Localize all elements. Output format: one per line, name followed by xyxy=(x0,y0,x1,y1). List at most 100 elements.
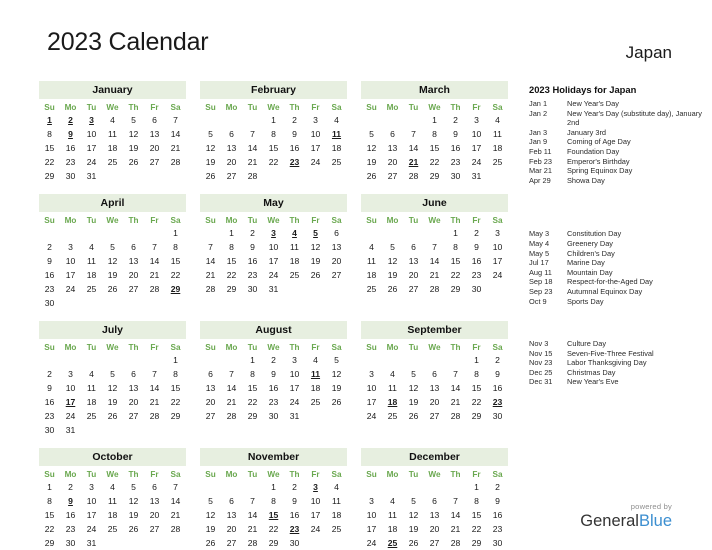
day-cell[interactable]: 15 xyxy=(445,254,466,268)
day-cell[interactable]: 22 xyxy=(466,395,487,409)
day-cell[interactable]: 6 xyxy=(123,240,144,254)
day-cell[interactable]: 13 xyxy=(424,508,445,522)
day-cell[interactable]: 14 xyxy=(221,381,242,395)
day-cell-holiday[interactable]: 23 xyxy=(284,155,305,169)
day-cell[interactable]: 12 xyxy=(123,494,144,508)
day-cell[interactable]: 22 xyxy=(424,155,445,169)
day-cell[interactable]: 12 xyxy=(305,240,326,254)
day-cell[interactable]: 12 xyxy=(102,381,123,395)
day-cell[interactable]: 16 xyxy=(39,395,60,409)
day-cell[interactable]: 23 xyxy=(487,522,508,536)
day-cell[interactable]: 5 xyxy=(102,240,123,254)
day-cell[interactable]: 8 xyxy=(165,367,186,381)
day-cell-holiday[interactable]: 9 xyxy=(60,127,81,141)
day-cell[interactable]: 23 xyxy=(263,395,284,409)
day-cell[interactable]: 3 xyxy=(466,113,487,127)
day-cell[interactable]: 26 xyxy=(102,409,123,423)
day-cell[interactable]: 27 xyxy=(221,536,242,550)
day-cell[interactable]: 9 xyxy=(284,127,305,141)
day-cell[interactable]: 22 xyxy=(242,395,263,409)
day-cell[interactable]: 19 xyxy=(123,508,144,522)
day-cell[interactable]: 9 xyxy=(263,367,284,381)
day-cell[interactable]: 21 xyxy=(200,268,221,282)
day-cell[interactable]: 17 xyxy=(361,522,382,536)
day-cell[interactable]: 8 xyxy=(424,127,445,141)
day-cell[interactable]: 20 xyxy=(382,155,403,169)
day-cell[interactable]: 13 xyxy=(221,141,242,155)
day-cell[interactable]: 25 xyxy=(382,409,403,423)
day-cell[interactable]: 3 xyxy=(60,367,81,381)
day-cell-holiday[interactable]: 5 xyxy=(305,226,326,240)
day-cell[interactable]: 14 xyxy=(403,141,424,155)
day-cell[interactable]: 3 xyxy=(284,353,305,367)
day-cell[interactable]: 21 xyxy=(144,395,165,409)
day-cell[interactable]: 28 xyxy=(221,409,242,423)
day-cell[interactable]: 21 xyxy=(445,522,466,536)
day-cell[interactable]: 6 xyxy=(403,240,424,254)
day-cell[interactable]: 6 xyxy=(424,367,445,381)
day-cell[interactable]: 25 xyxy=(361,282,382,296)
day-cell[interactable]: 20 xyxy=(403,268,424,282)
day-cell[interactable]: 19 xyxy=(305,254,326,268)
day-cell[interactable]: 19 xyxy=(123,141,144,155)
day-cell[interactable]: 20 xyxy=(144,508,165,522)
day-cell[interactable]: 1 xyxy=(221,226,242,240)
day-cell[interactable]: 4 xyxy=(81,367,102,381)
day-cell[interactable]: 19 xyxy=(403,395,424,409)
day-cell[interactable]: 2 xyxy=(39,240,60,254)
day-cell[interactable]: 15 xyxy=(39,508,60,522)
day-cell[interactable]: 8 xyxy=(263,127,284,141)
day-cell[interactable]: 15 xyxy=(165,381,186,395)
day-cell[interactable]: 25 xyxy=(81,282,102,296)
day-cell[interactable]: 21 xyxy=(242,155,263,169)
day-cell[interactable]: 2 xyxy=(445,113,466,127)
day-cell[interactable]: 24 xyxy=(361,536,382,550)
day-cell[interactable]: 9 xyxy=(284,494,305,508)
day-cell[interactable]: 26 xyxy=(200,536,221,550)
day-cell[interactable]: 11 xyxy=(81,254,102,268)
day-cell[interactable]: 4 xyxy=(102,480,123,494)
day-cell[interactable]: 7 xyxy=(165,480,186,494)
day-cell[interactable]: 16 xyxy=(263,381,284,395)
day-cell[interactable]: 31 xyxy=(466,169,487,183)
day-cell-holiday[interactable]: 2 xyxy=(60,113,81,127)
day-cell[interactable]: 14 xyxy=(165,127,186,141)
day-cell[interactable]: 7 xyxy=(242,494,263,508)
day-cell[interactable]: 31 xyxy=(81,169,102,183)
day-cell[interactable]: 3 xyxy=(81,480,102,494)
day-cell[interactable]: 2 xyxy=(284,113,305,127)
day-cell[interactable]: 28 xyxy=(165,522,186,536)
day-cell[interactable]: 6 xyxy=(221,494,242,508)
day-cell[interactable]: 7 xyxy=(445,367,466,381)
day-cell[interactable]: 8 xyxy=(39,127,60,141)
day-cell[interactable]: 18 xyxy=(102,508,123,522)
day-cell-holiday[interactable]: 3 xyxy=(305,480,326,494)
day-cell[interactable]: 10 xyxy=(263,240,284,254)
day-cell[interactable]: 9 xyxy=(39,254,60,268)
day-cell[interactable]: 11 xyxy=(284,240,305,254)
day-cell[interactable]: 29 xyxy=(39,169,60,183)
day-cell[interactable]: 30 xyxy=(60,536,81,550)
day-cell[interactable]: 31 xyxy=(60,423,81,437)
day-cell[interactable]: 16 xyxy=(242,254,263,268)
day-cell-holiday[interactable]: 21 xyxy=(403,155,424,169)
day-cell[interactable]: 10 xyxy=(487,240,508,254)
day-cell[interactable]: 4 xyxy=(326,480,347,494)
day-cell[interactable]: 20 xyxy=(123,395,144,409)
day-cell[interactable]: 27 xyxy=(403,282,424,296)
day-cell[interactable]: 1 xyxy=(263,113,284,127)
day-cell[interactable]: 19 xyxy=(403,522,424,536)
day-cell[interactable]: 26 xyxy=(305,268,326,282)
day-cell[interactable]: 28 xyxy=(445,409,466,423)
day-cell[interactable]: 19 xyxy=(102,268,123,282)
day-cell[interactable]: 18 xyxy=(305,381,326,395)
day-cell[interactable]: 7 xyxy=(445,494,466,508)
day-cell-holiday[interactable]: 11 xyxy=(326,127,347,141)
day-cell[interactable]: 30 xyxy=(284,536,305,550)
day-cell[interactable]: 5 xyxy=(102,367,123,381)
day-cell[interactable]: 14 xyxy=(144,381,165,395)
day-cell[interactable]: 14 xyxy=(424,254,445,268)
day-cell[interactable]: 18 xyxy=(326,141,347,155)
day-cell[interactable]: 22 xyxy=(39,155,60,169)
day-cell[interactable]: 3 xyxy=(487,226,508,240)
